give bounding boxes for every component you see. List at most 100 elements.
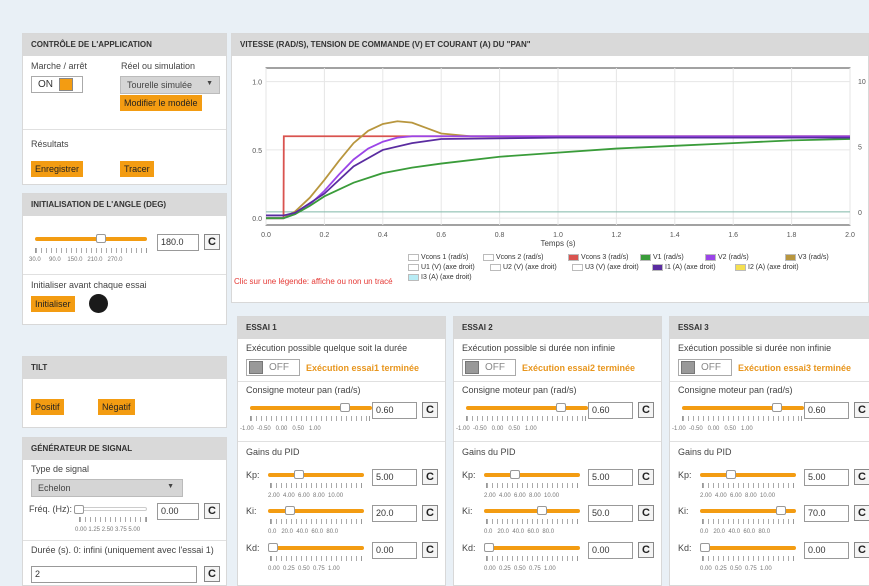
consigne-slider-thumb[interactable]	[771, 403, 782, 412]
trial-run-toggle[interactable]: OFF	[246, 359, 300, 376]
consigne-slider[interactable]	[682, 403, 804, 412]
kp-slider[interactable]	[268, 470, 364, 479]
divider	[23, 129, 226, 130]
modify-model-button[interactable]: Modifier le modèle	[120, 95, 202, 111]
ki-slider-thumb[interactable]	[775, 506, 786, 515]
consigne-input[interactable]: 0.60	[588, 402, 633, 419]
x-tick-label: 0.6	[436, 232, 446, 239]
legend-item[interactable]: U1 (V) (axe droit)	[408, 263, 490, 273]
kp-input[interactable]: 5.00	[588, 469, 633, 486]
legend-item[interactable]: Vcons 1 (rad/s)	[408, 253, 483, 263]
kd-slider-thumb[interactable]	[700, 543, 710, 552]
angle-tick: 90.0	[49, 257, 61, 263]
refresh-icon[interactable]: C	[638, 402, 654, 418]
consigne-input[interactable]: 0.60	[372, 402, 417, 419]
refresh-icon[interactable]: C	[204, 234, 220, 250]
ki-slider-thumb[interactable]	[285, 506, 296, 515]
kp-slider[interactable]	[700, 470, 796, 479]
mode-select[interactable]: Tourelle simulée ▼	[120, 76, 220, 94]
refresh-icon[interactable]: C	[854, 542, 869, 558]
legend-item[interactable]: V3 (rad/s)	[785, 253, 845, 263]
legend-item[interactable]: I3 (A) (axe droit)	[408, 273, 478, 283]
consigne-label: Consigne moteur pan (rad/s)	[678, 385, 793, 395]
refresh-icon[interactable]: C	[854, 469, 869, 485]
legend-item[interactable]: V2 (rad/s)	[705, 253, 785, 263]
ki-ticks	[486, 519, 578, 524]
consigne-slider[interactable]	[466, 403, 588, 412]
kd-input[interactable]: 0.00	[588, 542, 633, 559]
refresh-icon[interactable]: C	[422, 505, 438, 521]
kd-input[interactable]: 0.00	[804, 542, 849, 559]
legend-item[interactable]: Vcons 2 (rad/s)	[483, 253, 568, 263]
kd-slider-thumb[interactable]	[484, 543, 494, 552]
consigne-slider-thumb[interactable]	[555, 403, 566, 412]
legend-item[interactable]: V1 (rad/s)	[640, 253, 705, 263]
refresh-icon[interactable]: C	[422, 402, 438, 418]
consigne-slider[interactable]	[250, 403, 372, 412]
kp-slider[interactable]	[484, 470, 580, 479]
refresh-icon[interactable]: C	[422, 469, 438, 485]
refresh-icon[interactable]: C	[422, 542, 438, 558]
refresh-icon[interactable]: C	[204, 503, 220, 519]
consigne-slider-thumb[interactable]	[339, 403, 350, 412]
refresh-icon[interactable]: C	[854, 402, 869, 418]
y-tick-label: 1.0	[252, 80, 262, 87]
chevron-down-icon: ▼	[206, 80, 213, 87]
legend-item[interactable]: I1 (A) (axe droit)	[652, 263, 735, 273]
legend-item[interactable]: U2 (V) (axe droit)	[490, 263, 572, 273]
mode-label: Réel ou simulation	[121, 61, 196, 71]
plot-button[interactable]: Tracer	[120, 161, 154, 177]
consigne-input[interactable]: 0.60	[804, 402, 849, 419]
y2-tick-label: 10	[858, 79, 866, 86]
ki-input[interactable]: 70.0	[804, 505, 849, 522]
ki-slider[interactable]	[268, 506, 364, 515]
consigne-tick-labels: -1.00 -0.50 0.00 0.50 1.00	[672, 426, 753, 432]
angle-input[interactable]: 180.0	[157, 234, 199, 251]
ki-slider-thumb[interactable]	[537, 506, 548, 515]
freq-input[interactable]: 0.00	[157, 503, 199, 520]
refresh-icon[interactable]: C	[854, 505, 869, 521]
init-button[interactable]: Initialiser	[31, 296, 75, 312]
ki-slider[interactable]	[700, 506, 796, 515]
ki-input[interactable]: 50.0	[588, 505, 633, 522]
kd-ticks	[702, 556, 794, 561]
tilt-negative-button[interactable]: Négatif	[98, 399, 135, 415]
kd-slider[interactable]	[268, 543, 364, 552]
kp-slider-thumb[interactable]	[293, 470, 304, 479]
refresh-icon[interactable]: C	[638, 469, 654, 485]
legend-item[interactable]: Vcons 3 (rad/s)	[568, 253, 640, 263]
kd-slider-thumb[interactable]	[268, 543, 278, 552]
legend-item[interactable]: I2 (A) (axe droit)	[735, 263, 820, 273]
legend-item[interactable]: U3 (V) (axe droit)	[572, 263, 652, 273]
angle-slider[interactable]	[35, 234, 147, 243]
save-button[interactable]: Enregistrer	[31, 161, 84, 177]
kp-slider-thumb[interactable]	[725, 470, 736, 479]
legend-swatch	[408, 253, 419, 261]
refresh-icon[interactable]: C	[638, 542, 654, 558]
freq-label: Fréq. (Hz):	[29, 504, 73, 514]
ki-slider[interactable]	[484, 506, 580, 515]
refresh-icon[interactable]: C	[638, 505, 654, 521]
kd-slider[interactable]	[700, 543, 796, 552]
signal-type-select[interactable]: Echelon ▼	[31, 479, 183, 497]
refresh-icon[interactable]: C	[204, 566, 220, 582]
trial-run-toggle[interactable]: OFF	[462, 359, 516, 376]
ki-tick-labels: 0.0 20.0 40.0 60.0 80.0	[484, 529, 555, 535]
kd-tick-labels: 0.00 0.25 0.50 0.75 1.00	[484, 566, 556, 572]
ki-input[interactable]: 20.0	[372, 505, 417, 522]
legend-label: Vcons 2 (rad/s)	[496, 254, 544, 261]
angle-slider-thumb[interactable]	[96, 234, 107, 243]
kd-slider[interactable]	[484, 543, 580, 552]
legend-swatch	[652, 263, 663, 271]
freq-slider[interactable]	[74, 505, 147, 514]
freq-slider-thumb[interactable]	[74, 505, 84, 514]
trial-status: Exécution essai1 terminée	[306, 363, 420, 373]
kd-input[interactable]: 0.00	[372, 542, 417, 559]
trial-run-toggle[interactable]: OFF	[678, 359, 732, 376]
run-toggle[interactable]: ON	[31, 76, 83, 93]
tilt-positive-button[interactable]: Positif	[31, 399, 64, 415]
kp-input[interactable]: 5.00	[372, 469, 417, 486]
kp-slider-thumb[interactable]	[509, 470, 520, 479]
kp-input[interactable]: 5.00	[804, 469, 849, 486]
duration-input[interactable]: 2	[31, 566, 197, 583]
